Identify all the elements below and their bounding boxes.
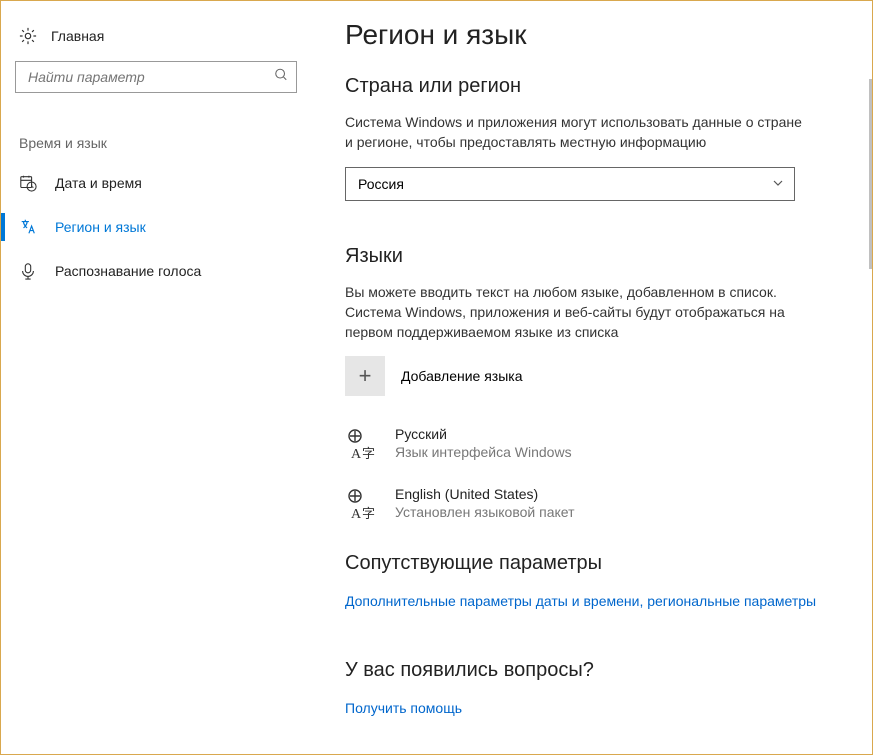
sidebar-item-date-time[interactable]: Дата и время	[1, 161, 311, 205]
language-item-russian[interactable]: A 字 Русский Язык интерфейса Windows	[345, 424, 848, 462]
language-item-icon: A 字	[345, 488, 377, 520]
languages-desc: Вы можете вводить текст на любом языке, …	[345, 282, 805, 343]
gear-icon	[19, 27, 37, 45]
language-icon	[19, 218, 37, 236]
svg-text:字: 字	[362, 506, 375, 520]
svg-text:A: A	[351, 447, 362, 460]
sidebar-item-region-language[interactable]: Регион и язык	[1, 205, 311, 249]
language-name: English (United States)	[395, 486, 575, 502]
help-link[interactable]: Получить помощь	[345, 700, 462, 716]
main-content: Регион и язык Страна или регион Система …	[311, 1, 872, 754]
search-container	[1, 55, 311, 93]
search-input-box[interactable]	[15, 61, 297, 93]
microphone-icon	[19, 262, 37, 280]
sidebar-item-label: Регион и язык	[55, 219, 146, 235]
language-name: Русский	[395, 426, 572, 442]
related-heading: Сопутствующие параметры	[345, 552, 848, 575]
language-status: Установлен языковой пакет	[395, 504, 575, 520]
search-input[interactable]	[16, 62, 296, 92]
language-item-english[interactable]: A 字 English (United States) Установлен я…	[345, 484, 848, 522]
sidebar: Главная Время и язык	[1, 1, 311, 754]
sidebar-item-label: Распознавание голоса	[55, 263, 201, 279]
add-language-button[interactable]: + Добавление языка	[345, 356, 848, 396]
svg-text:字: 字	[362, 446, 375, 460]
scrollbar[interactable]	[869, 79, 872, 269]
svg-text:A: A	[351, 507, 362, 520]
add-language-label: Добавление языка	[401, 368, 523, 384]
region-select[interactable]: Россия	[345, 167, 795, 201]
home-label: Главная	[51, 28, 104, 44]
page-title: Регион и язык	[345, 19, 848, 51]
language-item-icon: A 字	[345, 428, 377, 460]
home-button[interactable]: Главная	[1, 17, 311, 55]
sidebar-section-label: Время и язык	[1, 93, 311, 161]
language-status: Язык интерфейса Windows	[395, 444, 572, 460]
plus-icon: +	[345, 356, 385, 396]
chevron-down-icon	[772, 176, 784, 192]
sidebar-item-speech[interactable]: Распознавание голоса	[1, 249, 311, 293]
region-desc: Система Windows и приложения могут испол…	[345, 112, 805, 153]
calendar-clock-icon	[19, 174, 37, 192]
region-heading: Страна или регион	[345, 75, 848, 98]
languages-heading: Языки	[345, 245, 848, 268]
search-icon	[274, 68, 288, 87]
questions-heading: У вас появились вопросы?	[345, 659, 848, 682]
region-selected-value: Россия	[358, 176, 404, 192]
related-link[interactable]: Дополнительные параметры даты и времени,…	[345, 593, 816, 609]
sidebar-item-label: Дата и время	[55, 175, 142, 191]
